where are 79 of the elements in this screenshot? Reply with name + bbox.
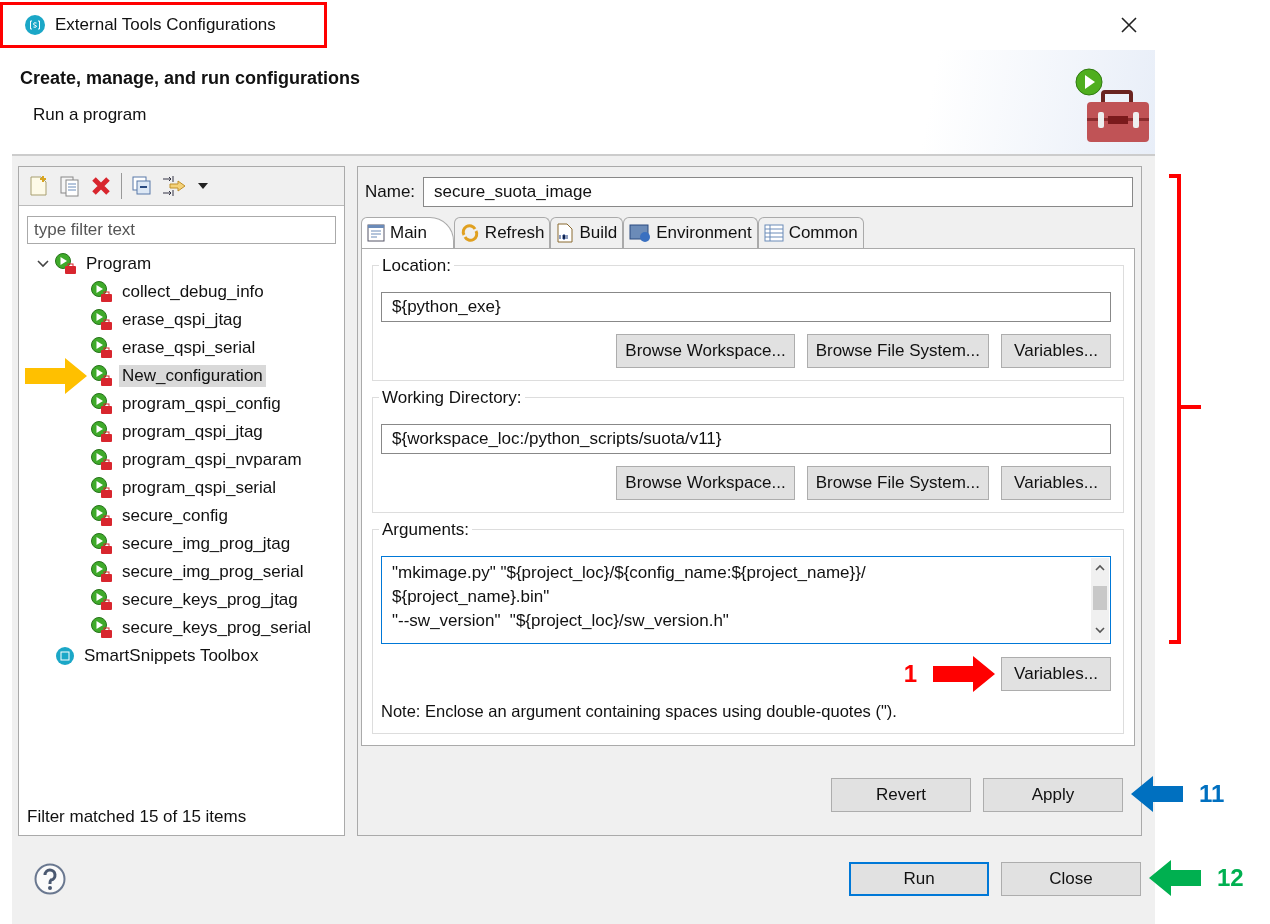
program-icon [91, 589, 113, 611]
tree-item[interactable]: secure_keys_prog_serial [119, 617, 314, 639]
working-directory-field[interactable]: ${workspace_loc:/python_scripts/suota/v11} [381, 424, 1111, 454]
program-icon [91, 617, 113, 639]
callout-number: 11 [1199, 780, 1225, 808]
document-icon [367, 224, 385, 242]
tree-item[interactable]: Program [83, 253, 155, 275]
filter-status: Filter matched 15 of 15 items [26, 807, 248, 828]
tree-item[interactable]: program_qspi_jtag [119, 421, 266, 443]
tab[interactable]: Common [757, 217, 864, 248]
table-icon [763, 224, 784, 242]
delete-icon[interactable] [91, 176, 111, 196]
window-title: External Tools Configurations [0, 2, 327, 48]
tree-item[interactable]: secure_img_prog_serial [119, 561, 307, 583]
argument-line: ${project_name}.bin" [392, 586, 551, 608]
tree-item[interactable]: secure_config [119, 505, 231, 527]
apply-button[interactable]: Apply [983, 778, 1123, 812]
callout-number: 1 [903, 660, 917, 688]
program-icon [91, 365, 113, 387]
name-label: Name: [365, 182, 416, 202]
toolbox-app-icon [55, 646, 75, 666]
program-icon [91, 533, 113, 555]
program-icon [91, 505, 113, 527]
dialog-button[interactable]: Browse Workspace... [616, 334, 795, 368]
tree-item[interactable]: secure_keys_prog_jtag [119, 589, 301, 611]
dropdown-caret-icon[interactable] [198, 183, 208, 189]
working-directory-label: Working Directory: [379, 388, 525, 408]
app-icon [25, 15, 45, 35]
revert-button[interactable]: Revert [831, 778, 971, 812]
name-field[interactable]: secure_suota_image [423, 177, 1133, 207]
program-icon [91, 561, 113, 583]
location-field[interactable]: ${python_exe} [381, 292, 1111, 322]
tree-item[interactable]: program_qspi_serial [119, 477, 280, 499]
note-text: Note: Enclose an argument containing spaces using double-quotes ("). [381, 702, 898, 721]
tab[interactable]: Build [550, 217, 624, 248]
tree-item[interactable]: erase_qspi_jtag [119, 309, 246, 331]
variables-button[interactable]: Variables... [1001, 657, 1111, 691]
argument-line: "mkimage.py" "${project_loc}/${config_name:${project_name}}/ [392, 562, 867, 584]
dialog-button[interactable]: Variables... [1001, 466, 1111, 500]
tree-item[interactable]: collect_debug_info [119, 281, 267, 303]
arguments-label: Arguments: [379, 520, 472, 540]
tab[interactable]: Main [361, 217, 454, 248]
tab[interactable]: Environment [623, 217, 758, 248]
program-icon [91, 309, 113, 331]
help-icon[interactable] [34, 863, 66, 895]
tree-item[interactable]: erase_qspi_serial [119, 337, 259, 359]
program-icon [91, 281, 113, 303]
tree-item[interactable]: secure_img_prog_jtag [119, 533, 294, 555]
dialog-button[interactable]: Variables... [1001, 334, 1111, 368]
binary-file-icon [556, 223, 575, 243]
arguments-field[interactable]: "mkimage.py" "${project_loc}/${config_name:${project_name}}/ ${project_name}.bin" "--sw_version" "${project_loc}/sw_version.h" [381, 556, 1111, 644]
filter-icon[interactable] [162, 175, 188, 197]
tab[interactable]: Refresh [453, 217, 551, 248]
callout-number: 12 [1217, 864, 1244, 892]
tree-item[interactable]: New_configuration [119, 365, 266, 387]
refresh-icon [459, 223, 480, 243]
environment-icon [629, 224, 652, 242]
run-button[interactable]: Run [849, 862, 989, 896]
collapse-all-icon[interactable] [132, 176, 152, 196]
program-icon [91, 477, 113, 499]
dialog-button[interactable]: Browse File System... [806, 334, 989, 368]
close-icon[interactable] [1121, 17, 1137, 33]
close-button[interactable]: Close [1001, 862, 1141, 896]
tree-item[interactable]: program_qspi_config [119, 393, 284, 415]
filter-field[interactable]: type filter text [27, 216, 336, 244]
scrollbar[interactable] [1091, 558, 1109, 640]
program-icon [55, 253, 77, 275]
program-icon [91, 393, 113, 415]
argument-line: "--sw_version" "${project_loc}/sw_version.h" [392, 610, 730, 632]
tree-item[interactable]: SmartSnippets Toolbox [81, 645, 262, 667]
tree-item[interactable]: program_qspi_nvparam [119, 449, 305, 471]
dialog-button[interactable]: Browse File System... [806, 466, 989, 500]
dialog-button[interactable]: Browse Workspace... [616, 466, 795, 500]
header-title: Create, manage, and run configurations [20, 68, 361, 89]
program-icon [91, 449, 113, 471]
program-icon [91, 337, 113, 359]
chevron-icon[interactable] [37, 260, 49, 268]
program-icon [91, 421, 113, 443]
header-subtitle: Run a program [33, 105, 148, 125]
